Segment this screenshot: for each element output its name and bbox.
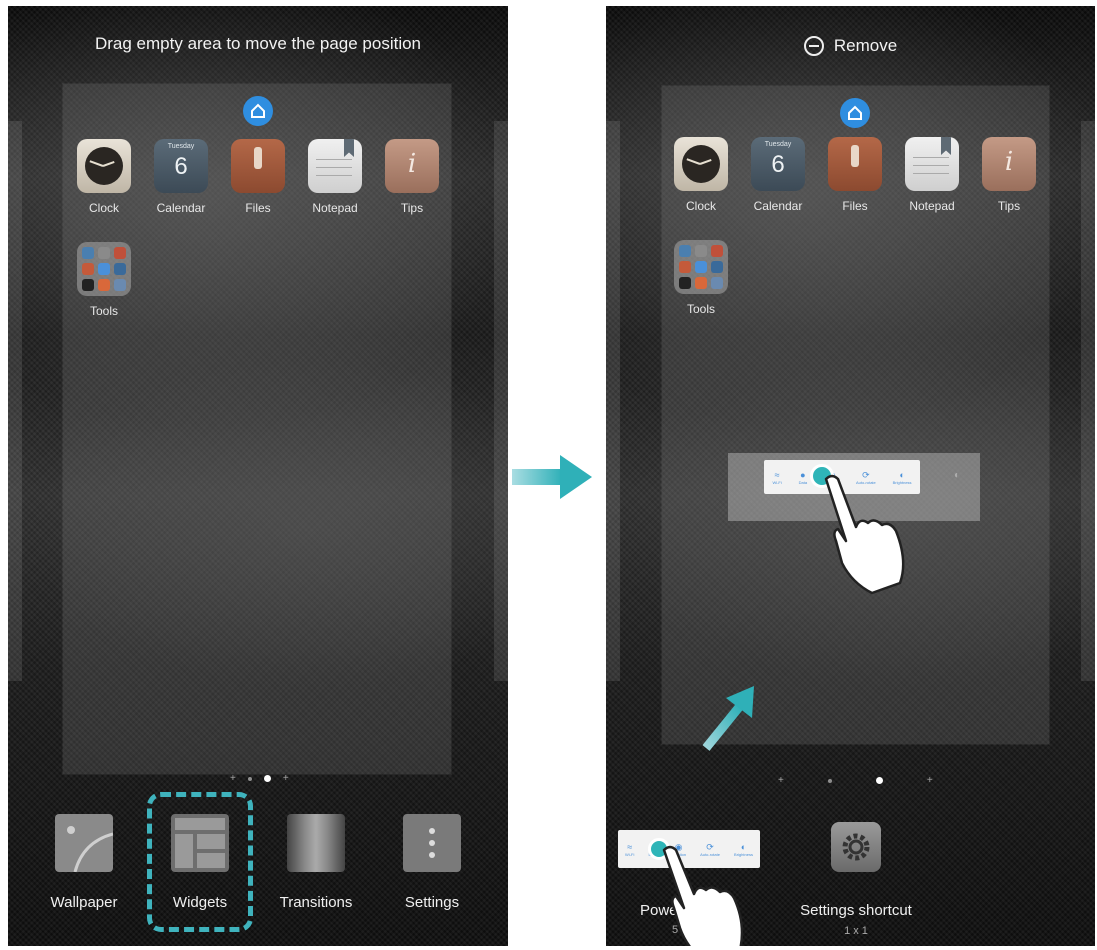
remove-label: Remove (833, 36, 898, 55)
notepad-icon (905, 137, 959, 191)
toolbar-settings[interactable]: Settings (382, 814, 482, 911)
app-label: Files (842, 199, 868, 213)
left-phone-screen: Drag empty area to move the page positio… (8, 6, 508, 946)
folder-icon (674, 240, 728, 294)
next-page-preview[interactable] (494, 121, 508, 681)
app-files[interactable]: Files (223, 139, 293, 215)
app-files[interactable]: Files (820, 137, 890, 213)
settings-dots-icon (403, 814, 461, 872)
app-tips[interactable]: i Tips (377, 139, 447, 215)
calendar-day: Tuesday (167, 143, 195, 150)
app-label: Clock (88, 201, 119, 215)
app-calendar[interactable]: Tuesday 6 Calendar (146, 139, 216, 215)
home-page-preview[interactable]: Clock Tuesday 6 Calendar Files Notepad i… (662, 86, 1049, 751)
add-page-dot[interactable]: + (283, 773, 289, 783)
home-page-icon[interactable] (840, 98, 870, 128)
widget-shadow-icon: ◐ (954, 470, 961, 481)
page-dot-active[interactable] (875, 777, 883, 784)
clock-icon (674, 137, 728, 191)
page-dot-active[interactable] (263, 775, 271, 782)
widget-option-label: Settings shortcut (800, 902, 912, 919)
toolbar-wallpaper[interactable]: Wallpaper (34, 814, 134, 911)
page-indicator: + + (778, 775, 933, 785)
app-notepad[interactable]: Notepad (897, 137, 967, 213)
app-label: Calendar (156, 201, 206, 215)
app-clock[interactable]: Clock (69, 139, 139, 215)
app-label: Notepad (909, 199, 955, 213)
widgets-highlight-frame (147, 792, 253, 932)
pointing-hand-icon (662, 845, 744, 946)
calendar-icon: Tuesday 6 (154, 139, 208, 193)
app-clock[interactable]: Clock (666, 137, 736, 213)
add-page-dot[interactable]: + (927, 775, 933, 785)
app-notepad[interactable]: Notepad (300, 139, 370, 215)
transitions-icon (287, 814, 345, 872)
tips-icon: i (982, 137, 1036, 191)
widget-option-size: 1 x 1 (844, 925, 868, 937)
remove-icon (803, 36, 824, 56)
notepad-icon (308, 139, 362, 193)
files-icon (231, 139, 285, 193)
folder-tools[interactable]: Tools (666, 240, 736, 316)
app-label: Tips (997, 199, 1021, 213)
app-label: Calendar (753, 199, 803, 213)
toolbar-label: Settings (404, 894, 460, 911)
previous-page-preview[interactable] (8, 121, 22, 681)
calendar-icon: Tuesday 6 (751, 137, 805, 191)
gear-icon (831, 822, 881, 872)
right-phone-screen: Remove Clock Tuesday 6 Calendar Files No… (606, 6, 1095, 946)
page-dot[interactable] (247, 776, 252, 781)
pointing-hand-icon (824, 474, 905, 595)
files-icon (828, 137, 882, 191)
next-page-preview[interactable] (1081, 121, 1095, 681)
home-page-preview[interactable]: Clock Tuesday 6 Calendar Files Notepad i… (63, 84, 451, 774)
drag-direction-arrow-icon (702, 686, 754, 751)
toolbar-transitions[interactable]: Transitions (266, 814, 366, 911)
remove-drop-zone[interactable]: Remove (606, 36, 1095, 56)
tips-icon: i (385, 139, 439, 193)
add-page-dot[interactable]: + (778, 775, 784, 785)
calendar-date: 6 (174, 153, 188, 180)
toolbar-label: Wallpaper (50, 894, 118, 911)
clock-icon (77, 139, 131, 193)
app-label: Tips (400, 201, 424, 215)
app-label: Clock (685, 199, 716, 213)
folder-icon (77, 242, 131, 296)
widget-wifi-toggle[interactable]: ≈ Wi-Fi (772, 470, 781, 485)
calendar-day: Tuesday (764, 141, 792, 148)
add-page-dot[interactable]: + (230, 773, 236, 783)
next-step-arrow-icon (512, 455, 592, 499)
page-dot[interactable] (827, 778, 832, 783)
app-tips[interactable]: i Tips (974, 137, 1044, 213)
app-calendar[interactable]: Tuesday 6 Calendar (743, 137, 813, 213)
toolbar-label: Transitions (279, 894, 353, 911)
previous-page-preview[interactable] (606, 121, 620, 681)
widget-data-toggle[interactable]: ● Data (799, 470, 807, 485)
calendar-date: 6 (771, 151, 785, 178)
page-indicator: + + (230, 773, 289, 783)
wallpaper-icon (55, 814, 114, 873)
drag-hint-text: Drag empty area to move the page positio… (94, 34, 422, 53)
app-label: Files (245, 201, 271, 215)
widget-option-settings-shortcut[interactable]: Settings shortcut 1 x 1 (786, 822, 926, 937)
app-label: Tools (686, 302, 715, 316)
folder-tools[interactable]: Tools (69, 242, 139, 318)
app-label: Notepad (312, 201, 358, 215)
app-label: Tools (89, 304, 118, 318)
home-page-icon[interactable] (243, 96, 273, 126)
